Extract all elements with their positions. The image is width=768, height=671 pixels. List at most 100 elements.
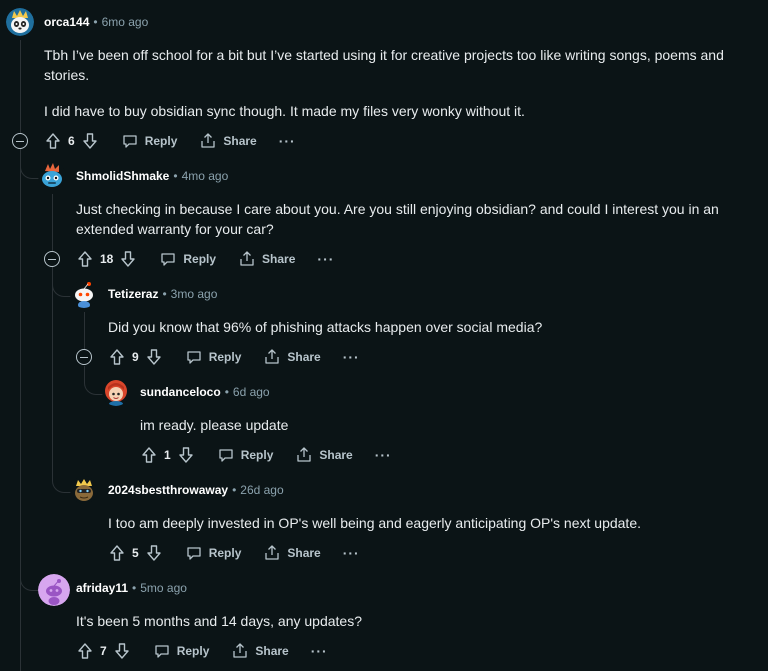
comment-actions: 7 Reply Share ··· [76,639,328,663]
downvote-button[interactable] [177,446,195,464]
upvote-arrow-icon [76,642,94,660]
upvote-button[interactable] [76,642,94,660]
more-options-button[interactable]: ··· [311,643,328,659]
timestamp[interactable]: 5mo ago [140,581,187,595]
downvote-arrow-icon [145,348,163,366]
more-options-button[interactable]: ··· [317,251,334,267]
username[interactable]: ShmolidShmake [76,169,169,183]
share-label: Share [255,644,289,658]
comment-paragraph: I too am deeply invested in OP's well be… [108,515,641,531]
collapse-thread-button[interactable] [76,349,92,365]
upvote-arrow-icon [44,132,62,150]
comment-meta: orca144 • 6mo ago [44,12,148,32]
username[interactable]: sundanceloco [140,385,221,399]
reply-button[interactable]: Reply [185,544,241,562]
reply-button[interactable]: Reply [217,446,274,464]
reply-label: Reply [144,134,178,148]
share-icon [199,132,217,150]
thread-connector [20,562,39,591]
reply-label: Reply [208,350,242,364]
timestamp[interactable]: 6d ago [233,385,270,399]
comment-meta: sundanceloco • 6d ago [140,382,270,402]
more-options-button[interactable]: ··· [343,349,360,365]
share-icon [263,544,281,562]
comment-bubble-icon [153,642,171,660]
more-options-button[interactable]: ··· [279,133,296,149]
comment-paragraph: Did you know that 96% of phishing attack… [108,319,543,335]
comment-bubble-icon [159,250,177,268]
reply-label: Reply [240,448,274,462]
share-label: Share [287,546,321,560]
collapse-thread-button[interactable] [12,133,28,149]
share-label: Share [287,350,321,364]
robot-avatar-icon[interactable] [38,162,66,190]
timestamp[interactable]: 26d ago [240,483,283,497]
separator-dot: • [93,15,98,29]
share-button[interactable]: Share [295,446,353,464]
share-button[interactable]: Share [231,642,289,660]
share-icon [238,250,256,268]
reply-button[interactable]: Reply [185,348,242,366]
timestamp[interactable]: 4mo ago [182,169,229,183]
upvote-button[interactable] [44,132,62,150]
comment-bubble-icon [121,132,139,150]
downvote-button[interactable] [113,642,131,660]
reply-label: Reply [183,252,217,266]
comment-paragraph: im ready. please update [140,417,289,433]
upvote-arrow-icon [140,446,158,464]
downvote-arrow-icon [145,544,163,562]
share-icon [231,642,249,660]
downvote-button[interactable] [145,348,163,366]
timestamp[interactable]: 3mo ago [171,287,218,301]
downvote-arrow-icon [81,132,99,150]
comment-meta: ShmolidShmake • 4mo ago [76,166,228,186]
vote-count: 9 [132,350,139,364]
reply-button[interactable]: Reply [159,250,216,268]
comment-bubble-icon [217,446,235,464]
upvote-button[interactable] [140,446,158,464]
reply-button[interactable]: Reply [121,132,178,150]
upvote-button[interactable] [108,544,126,562]
downvote-button[interactable] [81,132,99,150]
comment-actions: 9 Reply Share ··· [108,345,360,369]
share-label: Share [319,448,353,462]
red-hair-avatar-icon[interactable] [102,378,130,406]
separator-dot: • [232,483,237,497]
vote-count: 6 [68,134,75,148]
separator-dot: • [173,169,178,183]
separator-dot: • [162,287,167,301]
downvote-arrow-icon [119,250,137,268]
username[interactable]: Tetizeraz [108,287,158,301]
snoo-avatar-icon[interactable] [70,280,98,308]
thread-connector [20,150,39,179]
comment-paragraph: Tbh I’ve been off school for a bit but I… [44,47,724,83]
vote-count: 1 [164,448,171,462]
comment-paragraph: Just checking in because I care about yo… [76,201,719,237]
collapse-thread-button[interactable] [44,251,60,267]
username[interactable]: afriday11 [76,581,128,595]
share-button[interactable]: Share [263,544,321,562]
comment-paragraph: I did have to buy obsidian sync though. … [44,103,525,119]
username[interactable]: 2024sbestthrowaway [108,483,228,497]
thread-connector [52,464,71,493]
comment-bubble-icon [185,348,203,366]
downvote-button[interactable] [145,544,163,562]
vote-count: 18 [100,252,114,266]
panda-avatar-icon[interactable] [6,8,34,36]
upvote-button[interactable] [76,250,94,268]
timestamp[interactable]: 6mo ago [102,15,149,29]
share-button[interactable]: Share [263,348,321,366]
share-button[interactable]: Share [238,250,295,268]
comment-actions: 5 Reply Share ··· [108,541,360,565]
downvote-arrow-icon [177,446,195,464]
more-options-button[interactable]: ··· [375,447,392,463]
username[interactable]: orca144 [44,15,89,29]
upvote-button[interactable] [108,348,126,366]
crowned-avatar-icon[interactable] [70,476,98,504]
default-snoo-avatar-icon[interactable] [38,574,70,606]
more-options-button[interactable]: ··· [343,545,360,561]
share-button[interactable]: Share [199,132,257,150]
thread-connector [52,268,71,297]
reply-button[interactable]: Reply [153,642,209,660]
downvote-button[interactable] [119,250,137,268]
